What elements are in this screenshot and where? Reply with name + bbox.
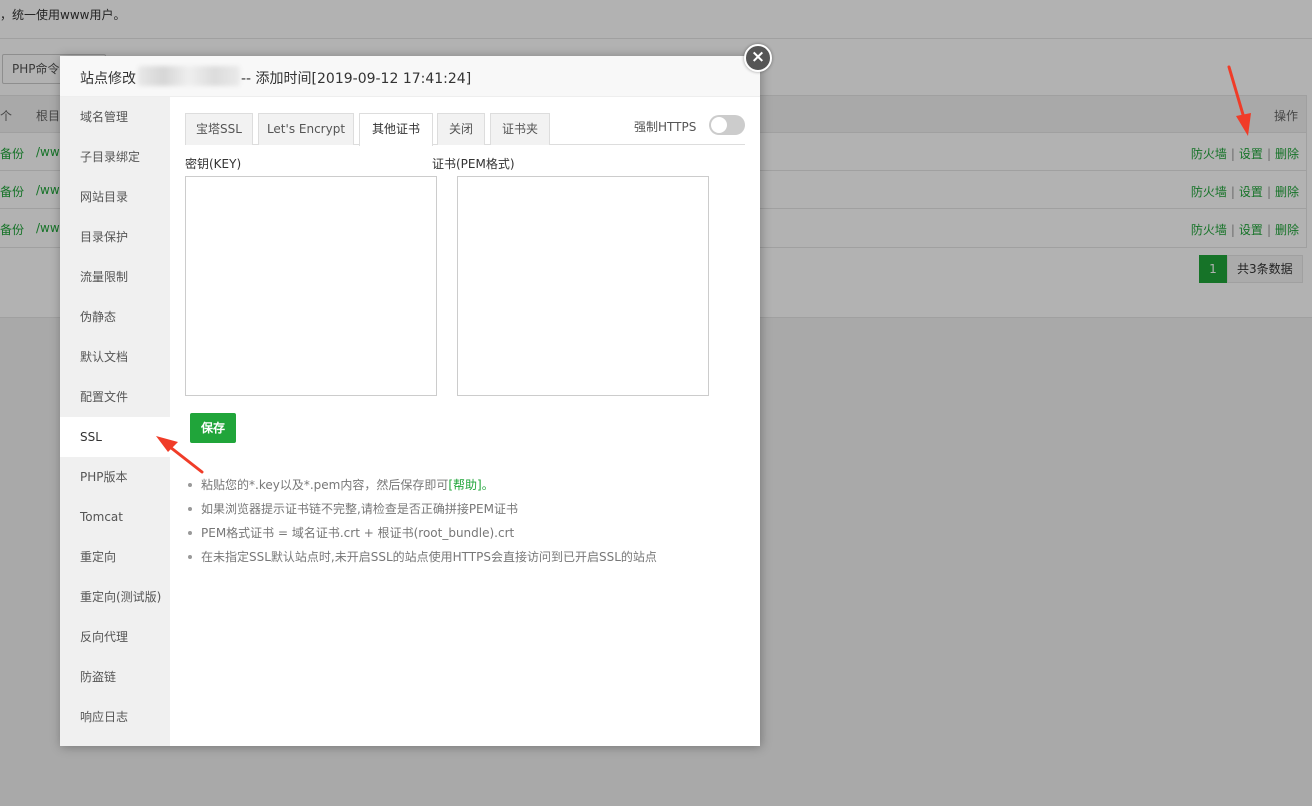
sidebar-item-default-document[interactable]: 默认文档 [60,337,170,377]
close-icon[interactable]: × [744,44,772,72]
sidebar-item-traffic-limit[interactable]: 流量限制 [60,257,170,297]
sidebar-item-directory-protection[interactable]: 目录保护 [60,217,170,257]
key-label: 密钥(KEY) [185,157,242,171]
certificate-label: 证书(PEM格式) [432,157,515,171]
modal-title-suffix: -- 添加时间[2019-09-12 17:41:24] [241,71,472,87]
tab-baota-ssl[interactable]: 宝塔SSL [185,113,253,145]
sidebar-item-config-file[interactable]: 配置文件 [60,377,170,417]
ssl-tips-list: 粘贴您的*.key以及*.pem内容，然后保存即可[帮助]。 如果浏览器提示证书… [185,473,745,569]
force-https-toggle[interactable] [709,115,745,135]
sidebar-item-reverse-proxy[interactable]: 反向代理 [60,617,170,657]
force-https-label: 强制HTTPS [634,120,697,134]
blurred-site-name [138,66,240,86]
sidebar-item-php-version[interactable]: PHP版本 [60,457,170,497]
certificate-textarea[interactable] [457,176,709,396]
modal-title-prefix: 站点修改 [80,71,136,87]
bullet-icon [188,483,192,487]
sidebar-item-rewrite[interactable]: 伪静态 [60,297,170,337]
tip-text: 粘贴您的*.key以及*.pem内容，然后保存即可 [201,478,449,492]
key-textarea[interactable] [185,176,437,396]
save-button[interactable]: 保存 [190,413,236,443]
modal-sidebar: 域名管理 子目录绑定 网站目录 目录保护 流量限制 伪静态 默认文档 配置文件 … [60,97,170,746]
sidebar-item-redirect[interactable]: 重定向 [60,537,170,577]
ssl-tabs: 宝塔SSL Let's Encrypt 其他证书 关闭 证书夹 强制HTTPS [185,112,745,146]
list-item: PEM格式证书 = 域名证书.crt + 根证书(root_bundle).cr… [185,521,745,545]
bullet-icon [188,555,192,559]
list-item: 在未指定SSL默认站点时,未开启SSL的站点使用HTTPS会直接访问到已开启SS… [185,545,745,569]
sidebar-item-subdir-binding[interactable]: 子目录绑定 [60,137,170,177]
sidebar-item-hotlink-protection[interactable]: 防盗链 [60,657,170,697]
modal-title-bar: 站点修改 -- 添加时间[2019-09-12 17:41:24] [60,56,760,97]
ssl-panel: 宝塔SSL Let's Encrypt 其他证书 关闭 证书夹 强制HTTPS … [185,112,745,564]
bullet-icon [188,531,192,535]
sidebar-item-response-log[interactable]: 响应日志 [60,697,170,737]
sidebar-item-ssl[interactable]: SSL [60,417,170,457]
bullet-icon [188,507,192,511]
tip-text: 在未指定SSL默认站点时,未开启SSL的站点使用HTTPS会直接访问到已开启SS… [201,550,657,564]
tab-close-ssl[interactable]: 关闭 [437,113,485,145]
sidebar-item-domain[interactable]: 域名管理 [60,97,170,137]
toggle-knob [711,117,727,133]
sidebar-item-tomcat[interactable]: Tomcat [60,497,170,537]
site-edit-modal: 站点修改 -- 添加时间[2019-09-12 17:41:24] 域名管理 子… [60,56,760,746]
tab-certificate-folder[interactable]: 证书夹 [490,113,550,145]
tip-text: PEM格式证书 = 域名证书.crt + 根证书(root_bundle).cr… [201,526,515,540]
sidebar-item-site-directory[interactable]: 网站目录 [60,177,170,217]
tip-end: 。 [481,478,494,492]
tip-text: 如果浏览器提示证书链不完整,请检查是否正确拼接PEM证书 [201,502,518,516]
tab-other-certificate[interactable]: 其他证书 [359,113,433,146]
list-item: 如果浏览器提示证书链不完整,请检查是否正确拼接PEM证书 [185,497,745,521]
sidebar-item-redirect-beta[interactable]: 重定向(测试版) [60,577,170,617]
help-link[interactable]: [帮助] [448,478,481,492]
list-item: 粘贴您的*.key以及*.pem内容，然后保存即可[帮助]。 [185,473,745,497]
tab-lets-encrypt[interactable]: Let's Encrypt [258,113,354,145]
